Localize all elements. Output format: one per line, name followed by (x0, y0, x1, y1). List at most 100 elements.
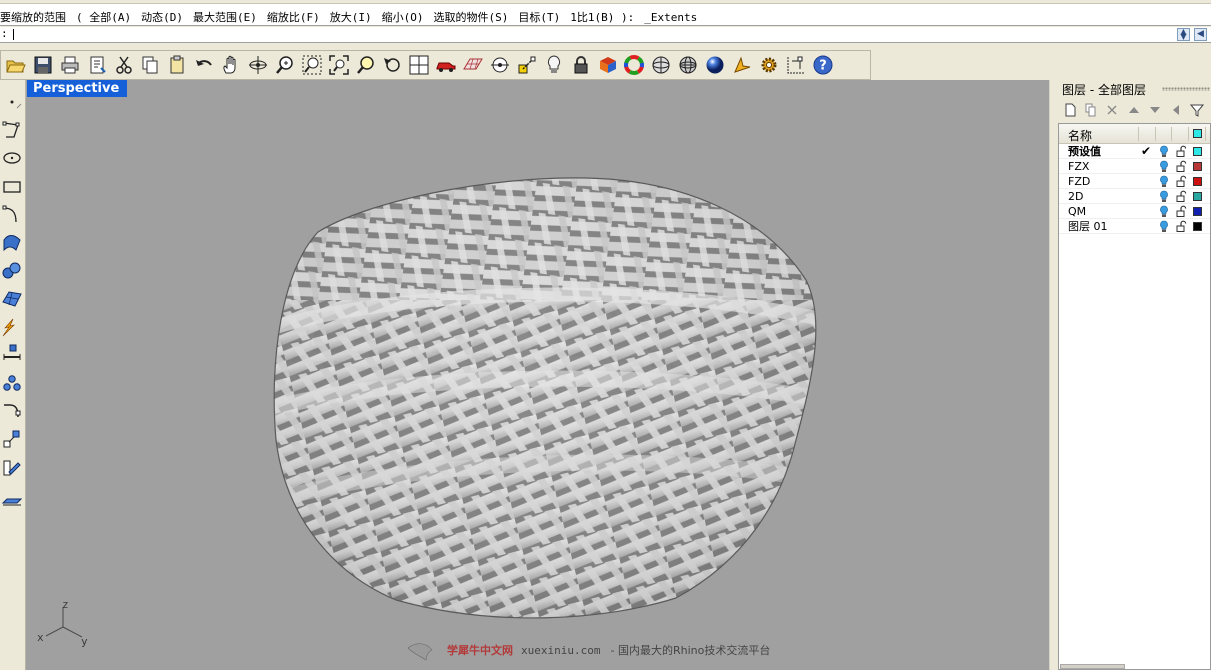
zoom-selected-icon[interactable] (354, 53, 378, 77)
viewport-title[interactable]: Perspective (27, 80, 128, 97)
layer-name[interactable]: FZX (1068, 159, 1089, 174)
fillet-icon[interactable] (1, 400, 23, 422)
layers-table: 名称 预设值 ✔ FZX FZD 2D QM 图层 01 (1058, 123, 1211, 670)
dimension-icon[interactable] (784, 53, 808, 77)
column-divider (1138, 127, 1139, 141)
left-toolbar (0, 80, 26, 670)
layer-color-swatch[interactable] (1193, 222, 1202, 231)
layer-row[interactable]: 图层 01 (1059, 219, 1210, 234)
pointer-flag-icon[interactable] (730, 53, 754, 77)
lock-icon[interactable] (569, 53, 593, 77)
osnap-icon[interactable] (488, 53, 512, 77)
light-burst-icon[interactable] (1, 316, 23, 338)
command-input[interactable] (10, 28, 1170, 41)
layer-visible-bulb-icon[interactable] (1159, 190, 1169, 203)
polyline-icon[interactable] (1, 118, 23, 140)
circle-icon[interactable] (1, 146, 23, 168)
move-up-icon[interactable] (1124, 101, 1144, 119)
panel-splitter[interactable] (1049, 80, 1058, 670)
gumball-icon[interactable] (515, 53, 539, 77)
perspective-viewport[interactable]: Perspective z y x 学犀牛中文网 xuexiniu.com - … (26, 80, 1049, 670)
spin-updown-icon[interactable]: ▲ ▼ (1177, 28, 1190, 41)
ruler-icon[interactable] (1, 488, 23, 510)
cut-icon[interactable] (112, 53, 136, 77)
layer-visible-bulb-icon[interactable] (1159, 145, 1169, 158)
rectangle-icon[interactable] (1, 175, 23, 197)
column-header-name[interactable]: 名称 (1068, 127, 1092, 144)
help-icon[interactable]: ? (811, 53, 835, 77)
point-icon[interactable] (1, 90, 23, 112)
rotate-view-icon[interactable] (246, 53, 270, 77)
four-viewports-icon[interactable] (407, 53, 431, 77)
layer-unlocked-icon[interactable] (1176, 145, 1187, 157)
layer-visible-bulb-icon[interactable] (1159, 220, 1169, 233)
layer-row[interactable]: FZX (1059, 159, 1210, 174)
shade-icon[interactable] (596, 53, 620, 77)
open-file-icon[interactable] (4, 53, 28, 77)
layer-color-swatch[interactable] (1193, 147, 1202, 156)
print-icon[interactable] (58, 53, 82, 77)
copy-icon[interactable] (138, 53, 162, 77)
watermark-site: xuexiniu.com (521, 643, 601, 657)
wire-sphere-icon[interactable] (649, 53, 673, 77)
layer-unlocked-icon[interactable] (1176, 175, 1187, 187)
layer-unlocked-icon[interactable] (1176, 205, 1187, 217)
pan-hand-icon[interactable] (219, 53, 243, 77)
layer-name[interactable]: QM (1068, 204, 1086, 219)
dimension-tool-icon[interactable] (1, 342, 23, 364)
move-down-icon[interactable] (1145, 101, 1165, 119)
layer-name[interactable]: FZD (1068, 174, 1090, 189)
horizontal-scrollbar[interactable] (1060, 664, 1125, 669)
panel-grip-icon[interactable] (1162, 87, 1210, 91)
save-icon[interactable] (31, 53, 55, 77)
layer-row[interactable]: FZD (1059, 174, 1210, 189)
layer-row[interactable]: 预设值 ✔ (1059, 144, 1210, 159)
layer-color-swatch[interactable] (1193, 177, 1202, 186)
layer-name[interactable]: 预设值 (1068, 144, 1101, 159)
layer-visible-bulb-icon[interactable] (1159, 205, 1169, 218)
history-item: 缩放比(F) (266, 11, 320, 24)
move-left-icon[interactable] (1166, 101, 1186, 119)
mesh-sphere-icon[interactable] (676, 53, 700, 77)
new-layer-icon[interactable] (1060, 101, 1080, 119)
zoom-window-icon[interactable] (300, 53, 324, 77)
layer-color-swatch[interactable] (1193, 162, 1202, 171)
layer-row[interactable]: QM (1059, 204, 1210, 219)
paste-icon[interactable] (165, 53, 189, 77)
history-item: 1比1(B) ): (570, 11, 635, 24)
mesh-icon[interactable] (1, 287, 23, 309)
light-icon[interactable] (542, 53, 566, 77)
layer-unlocked-icon[interactable] (1176, 220, 1187, 232)
command-prompt-label: : (1, 27, 8, 40)
color-wheel-icon[interactable] (622, 53, 646, 77)
surface-icon[interactable] (1, 231, 23, 253)
layer-row[interactable]: 2D (1059, 189, 1210, 204)
import-export-icon[interactable] (85, 53, 109, 77)
render-sphere-icon[interactable] (703, 53, 727, 77)
layer-name[interactable]: 2D (1068, 189, 1083, 204)
grid-plane-icon[interactable] (461, 53, 485, 77)
solid-spheres-icon[interactable] (1, 259, 23, 281)
car-object-icon[interactable] (434, 53, 458, 77)
gear-settings-icon[interactable] (757, 53, 781, 77)
undo-icon[interactable] (192, 53, 216, 77)
layer-unlocked-icon[interactable] (1176, 190, 1187, 202)
layer-color-swatch[interactable] (1193, 207, 1202, 216)
column-divider (1171, 127, 1172, 141)
layer-name[interactable]: 图层 01 (1068, 219, 1108, 234)
array-icon[interactable] (1, 372, 23, 394)
command-history-toggle-icon[interactable]: ◀ (1194, 28, 1207, 41)
zoom-extents-icon[interactable] (327, 53, 351, 77)
delete-layer-icon[interactable] (1102, 101, 1122, 119)
zoom-dynamic-icon[interactable] (273, 53, 297, 77)
layer-unlocked-icon[interactable] (1176, 160, 1187, 172)
curve-icon[interactable] (1, 203, 23, 225)
filter-icon[interactable] (1187, 101, 1207, 119)
layer-visible-bulb-icon[interactable] (1159, 160, 1169, 173)
new-sublayer-icon[interactable] (1081, 101, 1101, 119)
layer-color-swatch[interactable] (1193, 192, 1202, 201)
transform-icon[interactable] (1, 428, 23, 450)
layer-visible-bulb-icon[interactable] (1159, 175, 1169, 188)
undo-view-icon[interactable] (380, 53, 404, 77)
analyze-icon[interactable] (1, 457, 23, 479)
